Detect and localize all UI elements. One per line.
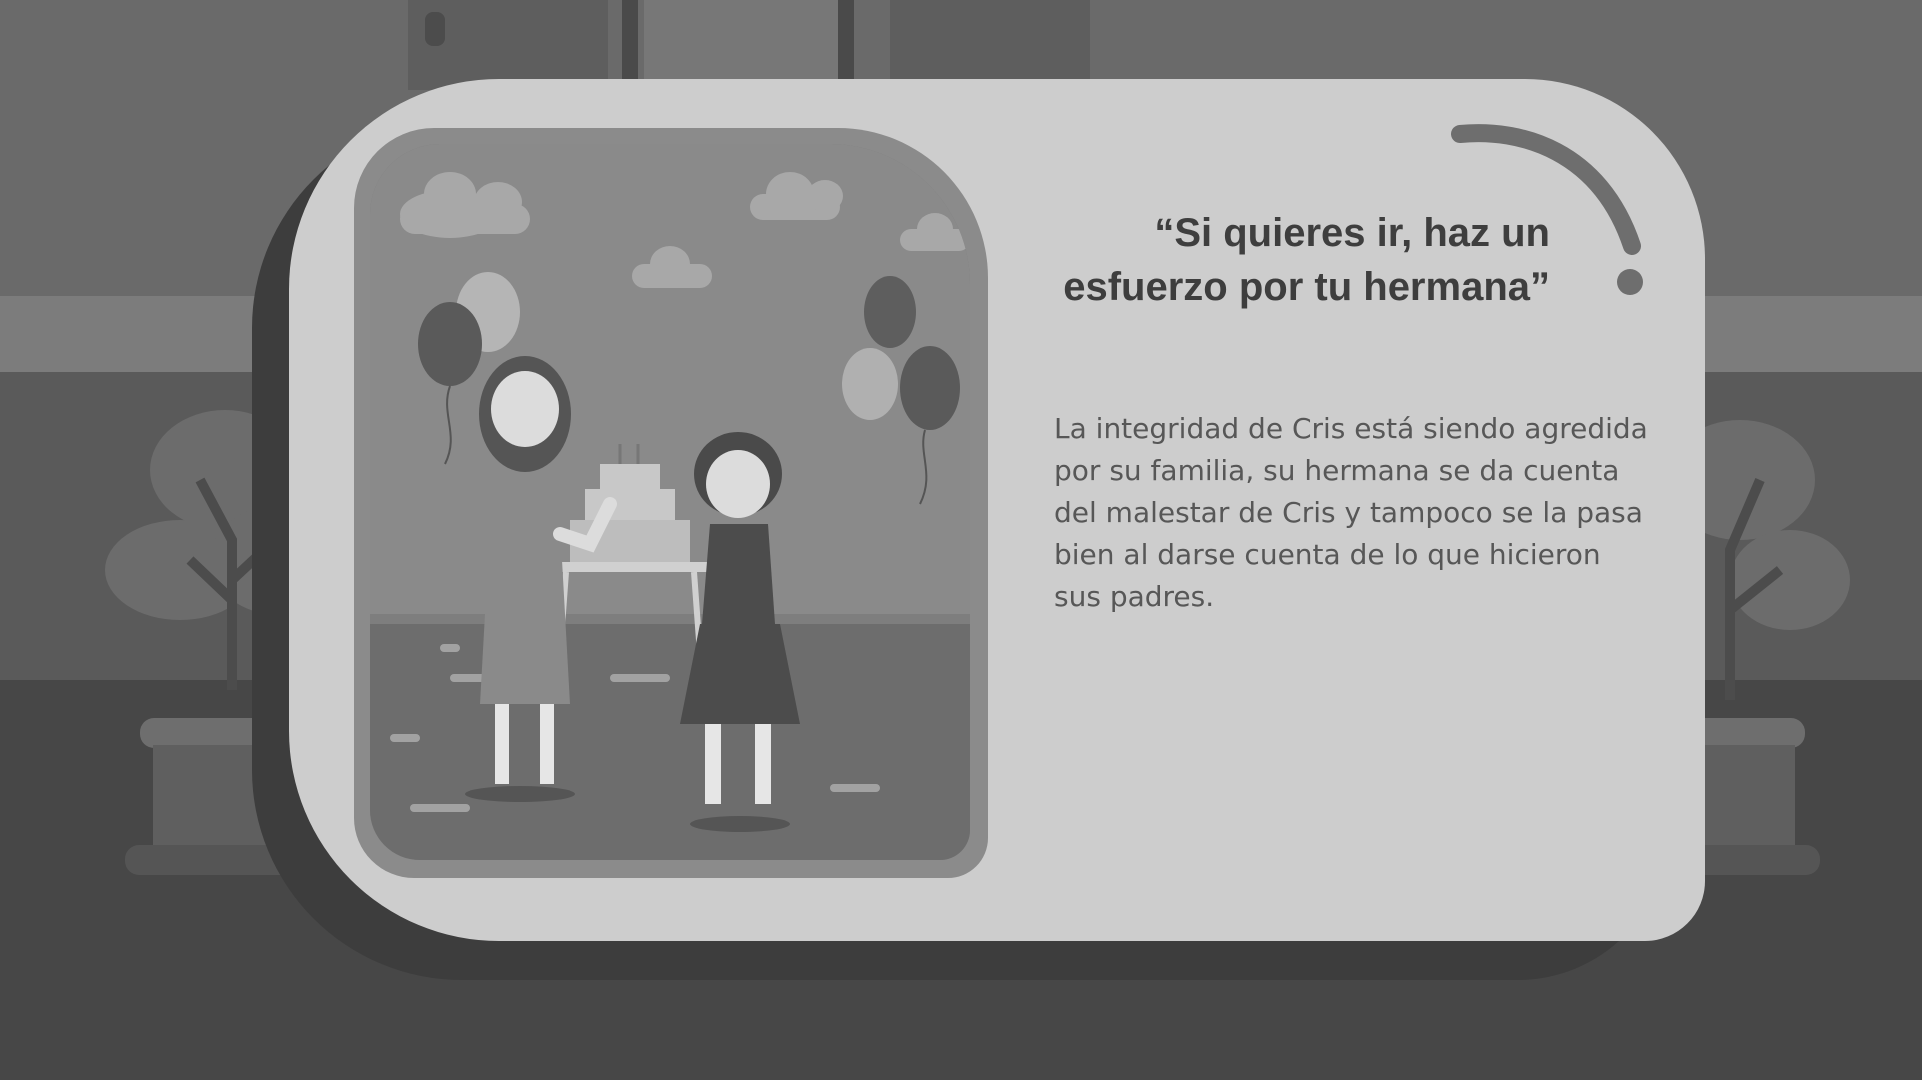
illustration-frame — [354, 128, 988, 878]
illustration — [370, 144, 970, 860]
door-icon — [408, 0, 1090, 90]
quote-heading: “Si quieres ir, haz un esfuerzo por tu h… — [1063, 211, 1550, 309]
description-paragraph: La integridad de Cris está siendo agredi… — [1054, 412, 1648, 613]
